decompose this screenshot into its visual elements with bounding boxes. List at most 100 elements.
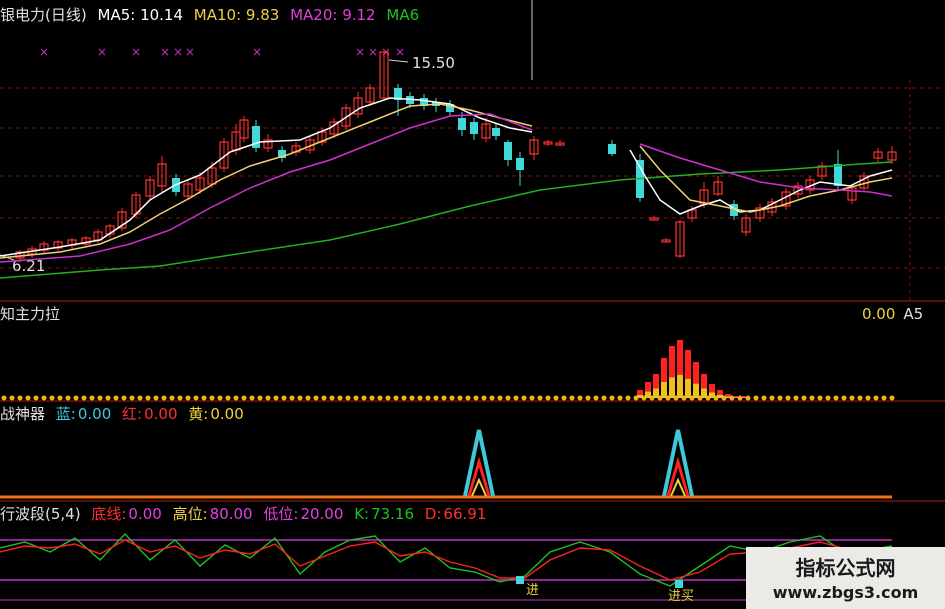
baseline-dot	[865, 395, 871, 401]
k-label: K:	[354, 505, 370, 523]
candle-body	[492, 128, 500, 136]
signal-marker: ×	[39, 45, 49, 59]
baseline-dot	[41, 395, 47, 401]
baseline-dot	[249, 395, 255, 401]
baseline-dot	[57, 395, 63, 401]
baseline-dot	[529, 395, 535, 401]
baseline-dot	[801, 395, 807, 401]
baseline-dot	[17, 395, 23, 401]
ma20-readout: MA20: 9.12	[290, 6, 376, 24]
baseline-dot	[353, 395, 359, 401]
stock-title: 银电力(日线)	[0, 6, 87, 24]
signal-panel-title: 战神器	[0, 405, 46, 423]
k-value: 73.16	[371, 505, 415, 523]
baseline-dot	[361, 395, 367, 401]
baseline-dot	[233, 395, 239, 401]
baseline-dot	[505, 395, 511, 401]
hump-bar	[669, 346, 675, 378]
baseline-dot	[513, 395, 519, 401]
baseline-dot	[169, 395, 175, 401]
hump-bar	[661, 382, 667, 398]
baseline-dot	[825, 395, 831, 401]
baseline-dot	[313, 395, 319, 401]
baseline-dot	[273, 395, 279, 401]
baseline-dot	[465, 395, 471, 401]
baseline-dot	[209, 395, 215, 401]
candle-body	[516, 158, 524, 170]
hump-bar	[725, 394, 731, 397]
ma60-readout: MA6	[386, 6, 420, 24]
baseline-dot	[497, 395, 503, 401]
baseline-dot	[73, 395, 79, 401]
red-label: 红:	[122, 405, 143, 423]
baseline-dot	[753, 395, 759, 401]
baseline-dot	[833, 395, 839, 401]
baseline-dot	[33, 395, 39, 401]
baseline-dot	[625, 395, 631, 401]
baseline-dot	[193, 395, 199, 401]
hump-bar	[701, 388, 707, 398]
baseline-dot	[593, 395, 599, 401]
baseline-dot	[409, 395, 415, 401]
baseline-dot	[769, 395, 775, 401]
baseline-dot	[225, 395, 231, 401]
buy-marker	[516, 576, 524, 584]
baseline-dot	[393, 395, 399, 401]
candle-body	[470, 122, 478, 134]
baseline-dot	[1, 395, 7, 401]
baseline-dot	[329, 395, 335, 401]
baseline-dot	[849, 395, 855, 401]
site-watermark: 指标公式网 www.zbgs3.com	[746, 547, 945, 609]
baseline-dot	[889, 395, 895, 401]
baseline-dot	[809, 395, 815, 401]
blue-label: 蓝:	[55, 405, 76, 423]
hump-bar	[733, 396, 739, 398]
baseline-dot	[617, 395, 623, 401]
watermark-title: 指标公式网	[795, 556, 896, 580]
baseline-dot	[881, 395, 887, 401]
signal-marker: ×	[97, 45, 107, 59]
hump-bar	[645, 382, 651, 392]
high-label: 高位:	[172, 505, 208, 523]
yellow-label: 黄:	[188, 405, 209, 423]
blue-value: 0.00	[77, 405, 112, 423]
baseline-dot	[553, 395, 559, 401]
baseline-dot	[425, 395, 431, 401]
baseline-dot	[585, 395, 591, 401]
hump-bar	[709, 392, 715, 398]
buy-marker	[675, 580, 683, 588]
signal-marker: ×	[173, 45, 183, 59]
baseline-dot	[761, 395, 767, 401]
hump-bar	[717, 390, 723, 395]
capital-panel-header: 知主力拉	[0, 303, 66, 325]
baseline-dot	[577, 395, 583, 401]
hump-bar	[725, 396, 731, 398]
hump-bar	[677, 340, 683, 375]
baseline-dot	[489, 395, 495, 401]
baseline-dot	[401, 395, 407, 401]
hump-bar	[709, 384, 715, 393]
signal-marker: ×	[131, 45, 141, 59]
hump-bar	[653, 388, 659, 398]
hump-bar	[653, 374, 659, 389]
baseline-dot	[793, 395, 799, 401]
baseline-dot	[777, 395, 783, 401]
baseline-dot	[545, 395, 551, 401]
kd-panel-title: 行波段(5,4)	[0, 505, 81, 523]
hump-bar	[733, 397, 739, 398]
capital-panel-title: 知主力拉	[0, 305, 61, 323]
baseline-dot	[873, 395, 879, 401]
candle-body	[504, 142, 512, 160]
yellow-value: 0.00	[210, 405, 244, 423]
baseline-dot	[521, 395, 527, 401]
baseline-dot	[121, 395, 127, 401]
hump-bar	[685, 378, 691, 398]
baseline-dot	[257, 395, 263, 401]
low-label: 低位:	[263, 505, 299, 523]
buy-marker-label: 进	[526, 583, 539, 598]
hump-bar	[645, 391, 651, 398]
baseline-dot	[417, 395, 423, 401]
ma5-readout: MA5: 10.14	[97, 6, 184, 24]
baseline-dot	[537, 395, 543, 401]
ma60-line	[0, 161, 893, 279]
